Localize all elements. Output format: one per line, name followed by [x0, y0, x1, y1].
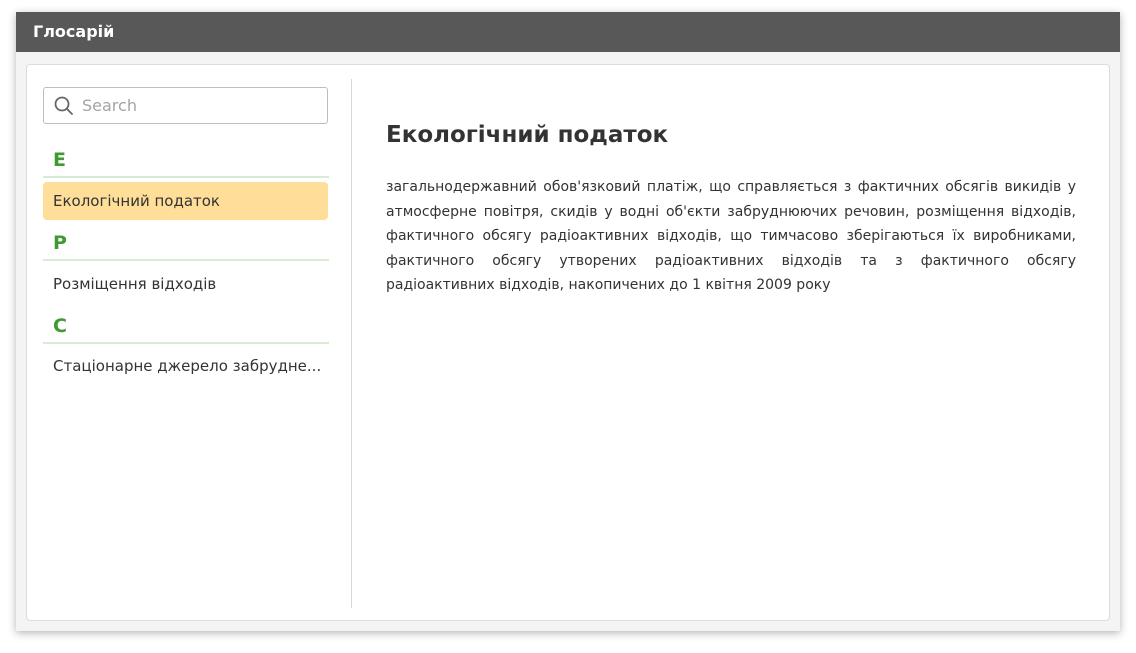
term-title: Екологічний податок — [386, 122, 669, 148]
group-letter-r: Р — [43, 228, 329, 261]
search-box[interactable] — [43, 87, 328, 124]
term-definition: загальнодержавний обов'язковий платіж, щ… — [386, 179, 1076, 293]
glossary-window: Глосарій Е Екологічний податок Р Розміще… — [16, 12, 1120, 631]
term-sidebar: Е Екологічний податок Р Розміщення відхо… — [27, 65, 351, 620]
window-title: Глосарій — [16, 12, 1120, 52]
panel-divider — [351, 79, 352, 608]
definition-area: Екологічний податок загальнодержавний об… — [386, 117, 1076, 298]
term-item-waste-placement[interactable]: Розміщення відходів — [43, 265, 328, 303]
group-letter-e: Е — [43, 145, 329, 178]
search-icon — [54, 96, 73, 115]
group-letter-s: С — [43, 311, 329, 344]
search-input[interactable] — [82, 88, 322, 123]
term-item-stationary-source[interactable]: Стаціонарне джерело забрудне... — [43, 347, 328, 385]
term-item-ecological-tax[interactable]: Екологічний податок — [43, 182, 328, 220]
glossary-panel: Е Екологічний податок Р Розміщення відхо… — [26, 64, 1110, 621]
